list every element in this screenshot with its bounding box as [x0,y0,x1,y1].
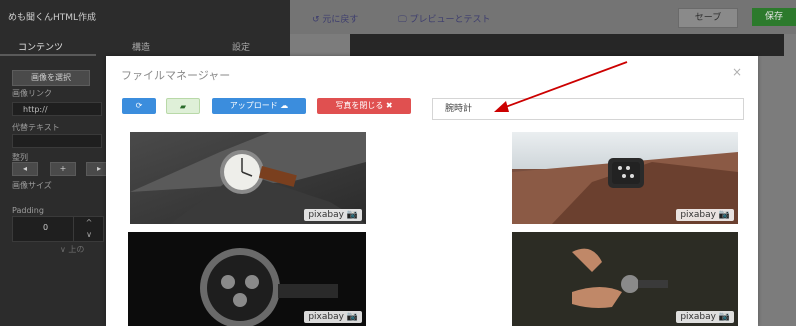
save-button[interactable]: セーブ [678,8,738,28]
image-thumbnail[interactable]: pixabay 📷 [512,232,738,326]
image-link-label: 画像リンク [12,89,52,98]
tab-contents[interactable]: コンテンツ [18,40,63,53]
preview-label: プレビューとテスト [409,15,491,25]
refresh-button[interactable]: ⟳ [122,98,156,114]
publish-button[interactable]: 保存 [752,8,796,26]
pixabay-watermark: pixabay 📷 [304,311,362,323]
image-thumbnail[interactable]: pixabay 📷 [128,232,366,326]
tab-structure[interactable]: 構造 [132,40,150,53]
undo-button[interactable]: ↺ 元に戻す [312,12,358,25]
top-toolbar: ↺ 元に戻す 🖵 プレビューとテスト セーブ 保存 [290,0,796,34]
close-icon[interactable]: × [732,65,742,79]
pixabay-watermark: pixabay 📷 [676,209,734,221]
alt-text-input[interactable] [12,134,102,148]
upload-button[interactable]: アップロード ☁ [212,98,306,114]
align-left-button[interactable]: ◂ [12,162,38,176]
align-center-button[interactable]: + [50,162,76,176]
refresh-icon: ⟳ [135,101,143,110]
canvas-header-strip [350,34,784,56]
image-thumbnail[interactable]: pixabay 📷 [130,132,366,224]
padding-updown[interactable]: ^ ∨ [73,217,104,241]
image-link-input[interactable]: http:// [12,102,102,116]
file-manager-modal: ファイルマネージャー × ⟳ ▰ アップロード ☁ 写真を閉じる ✖ 腕時計 p… [106,56,758,326]
image-thumbnail[interactable]: pixabay 📷 [512,132,738,224]
pixabay-watermark: pixabay 📷 [676,311,734,323]
tab-underline [0,54,96,56]
close-photos-button[interactable]: 写真を閉じる ✖ [317,98,411,114]
select-image-button[interactable]: 画像を選択 [12,70,90,86]
preview-button[interactable]: 🖵 プレビューとテスト [398,12,491,25]
tab-settings[interactable]: 設定 [232,40,250,53]
modal-title: ファイルマネージャー [121,69,231,82]
image-size-label: 画像サイズ [12,181,52,190]
app-title: めも聞くんHTML作成 [8,13,97,23]
undo-label: 元に戻す [322,15,359,25]
folder-icon: ▰ [179,102,187,111]
pixabay-watermark: pixabay 📷 [304,209,362,221]
folder-button[interactable]: ▰ [166,98,200,114]
padding-label: Padding [12,206,44,215]
padding-value: 0 [43,223,49,232]
search-input[interactable]: 腕時計 [432,98,744,120]
alt-text-label: 代替テキスト [12,123,60,132]
padding-stepper[interactable]: 0 ^ ∨ [12,216,104,242]
sidebar-footer-text: ∨ 上の [60,245,85,254]
